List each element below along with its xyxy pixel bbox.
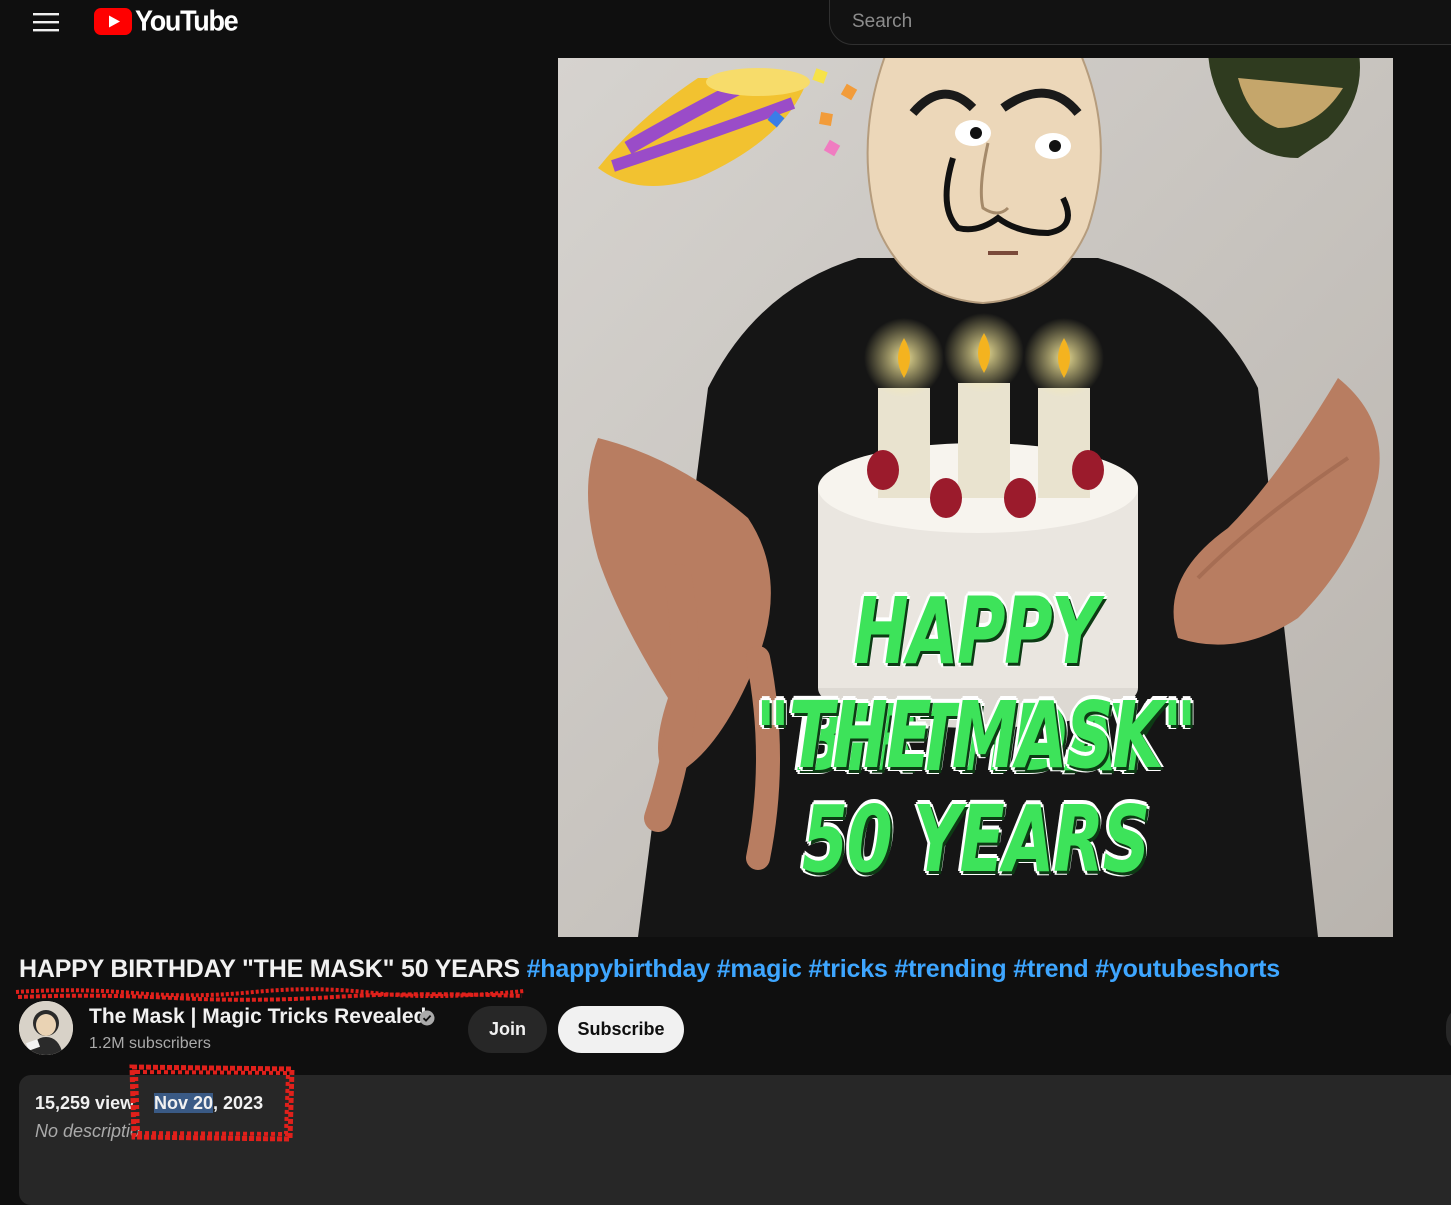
masthead: YouTube [0,0,1451,56]
view-count: 15,259 view [35,1093,135,1113]
hashtag-link[interactable]: #youtubeshorts [1095,955,1280,983]
menu-icon [33,13,59,32]
avatar-image [19,1001,73,1055]
video-overlay-line2: "THE MASK" [755,682,1197,789]
menu-button[interactable] [22,4,70,40]
search-box [829,0,1451,45]
subscribe-button[interactable]: Subscribe [558,1006,684,1053]
hashtag-link[interactable]: #trend [1013,955,1088,983]
hashtag-link[interactable]: #trending [894,955,1006,983]
video-overlay-line3: 50 YEARS [802,786,1150,893]
logo-text: YouTube [135,5,239,37]
youtube-play-icon [94,8,132,35]
youtube-logo[interactable]: YouTube [94,5,239,37]
hashtag-link[interactable]: #happybirthday [527,955,711,983]
hashtag-link[interactable]: #magic [717,955,802,983]
hashtag-link[interactable]: #tricks [808,955,887,983]
annotation-box [129,1064,295,1142]
channel-avatar[interactable] [19,1001,73,1055]
join-button[interactable]: Join [468,1006,547,1053]
channel-name[interactable]: The Mask | Magic Tricks Revealed [89,1005,426,1029]
like-button-partial[interactable] [1446,1006,1451,1053]
video-title-main: HAPPY BIRTHDAY "THE MASK" 50 YEARS [19,955,520,983]
description-text: No descriptio [35,1121,141,1141]
video-title: HAPPY BIRTHDAY "THE MASK" 50 YEARS #happ… [19,955,1280,984]
annotation-underline [15,987,525,1002]
verified-check-icon [419,1010,435,1026]
search-input[interactable] [850,0,1434,45]
video-player[interactable]: HAPPY BIRTHDAY "THE MASK" 50 YEARS [558,58,1393,937]
subscriber-count: 1.2M subscribers [89,1035,211,1052]
